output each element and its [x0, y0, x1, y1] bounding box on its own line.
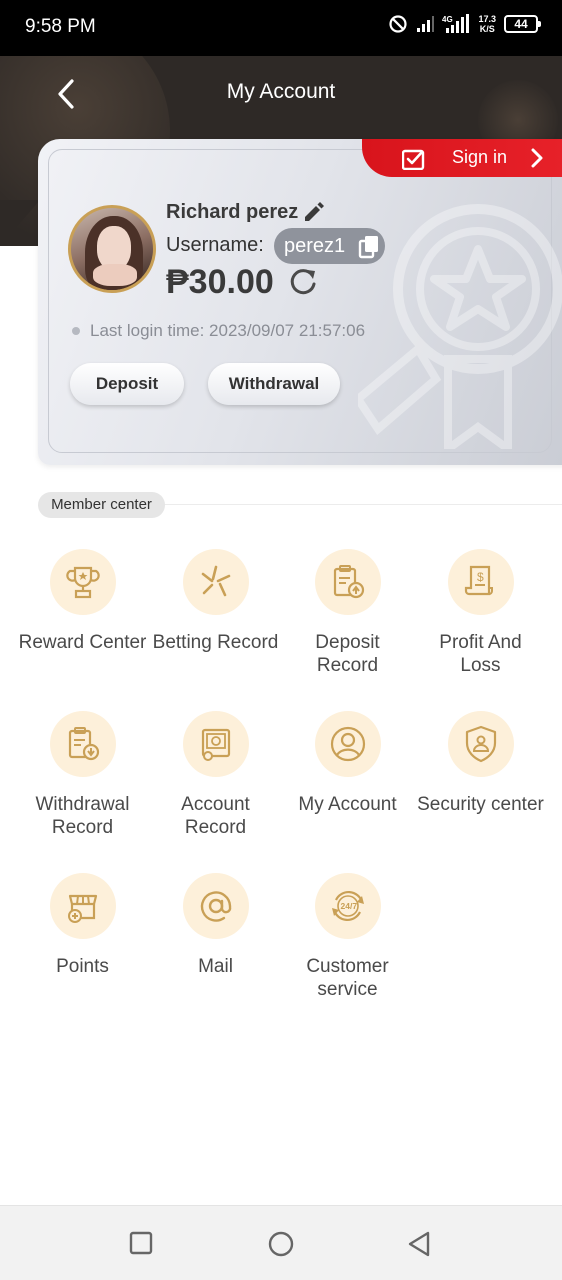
- deposit-button[interactable]: Deposit: [70, 363, 184, 405]
- account-card: Sign in Richard perez Username: perez1 ₱…: [38, 139, 562, 465]
- back-nav-icon[interactable]: [406, 1230, 432, 1258]
- menu-item-betting-record[interactable]: Betting Record: [149, 549, 282, 654]
- battery-level: 44: [514, 17, 528, 31]
- betting-icon: [182, 549, 249, 615]
- menu-item-label-line: Mail: [198, 956, 233, 977]
- medal-watermark-icon: [358, 204, 562, 449]
- shield-icon: [447, 711, 514, 777]
- menu-item-label-line: Security center: [417, 794, 544, 815]
- network-speed: 17.3 K/S: [478, 14, 496, 34]
- menu-item-label-line: Reward Center: [18, 632, 147, 653]
- 4g-signal-icon: 4G: [442, 14, 470, 33]
- sign-in-button[interactable]: Sign in: [362, 139, 562, 177]
- menu-item-label-line: Record: [184, 817, 247, 838]
- menu-item-label-line: Withdrawal: [35, 794, 130, 815]
- system-nav-bar: [0, 1205, 562, 1280]
- menu-item-label: Customer service: [281, 955, 414, 1001]
- support-24-7-icon: 24/7: [314, 873, 381, 939]
- menu-item-label-line: Profit And: [439, 632, 522, 653]
- username-label: Username:: [166, 234, 264, 256]
- copy-icon[interactable]: [358, 235, 380, 259]
- menu-item-label: Betting Record: [149, 631, 282, 654]
- menu-item-label-line: Betting Record: [152, 632, 279, 653]
- menu-item-my-account[interactable]: My Account: [281, 711, 414, 816]
- menu-item-label-line: service: [317, 979, 378, 1000]
- svg-text:4G: 4G: [442, 15, 453, 24]
- menu-item-label-line: Customer: [306, 956, 389, 977]
- menu-item-label-line: Loss: [460, 655, 501, 676]
- status-icons: 4G 17.3 K/S 44: [388, 14, 541, 34]
- last-login-time: Last login time: 2023/09/07 21:57:06: [90, 321, 366, 340]
- dnd-icon: [389, 15, 408, 33]
- menu-item-security-center[interactable]: Security center: [414, 711, 547, 816]
- at-icon: [182, 873, 249, 939]
- network-speed-unit: K/S: [479, 24, 495, 34]
- sign-in-label: Sign in: [452, 147, 508, 167]
- menu-item-label: Points: [16, 955, 149, 978]
- menu-item-reward-center[interactable]: Reward Center: [16, 549, 149, 654]
- svg-text:$: $: [477, 570, 484, 584]
- refresh-icon[interactable]: [288, 267, 318, 297]
- avatar-hand: [93, 264, 137, 286]
- menu-item-label: Deposit Record: [281, 631, 414, 677]
- avatar[interactable]: [68, 205, 156, 293]
- battery-icon: 44: [504, 15, 541, 33]
- page-title: My Account: [226, 80, 336, 103]
- menu-item-label: Account Record: [149, 793, 282, 839]
- user-icon: [314, 711, 381, 777]
- trophy-icon: [49, 549, 116, 615]
- signal-icon: [417, 16, 435, 32]
- screen: 9:58 PM 4G 17.3 K/S 44 My Account Sign i…: [0, 0, 562, 1280]
- menu-item-points[interactable]: Points: [16, 873, 149, 978]
- menu-item-deposit-record[interactable]: Deposit Record: [281, 549, 414, 677]
- menu-item-account-record[interactable]: Account Record: [149, 711, 282, 839]
- header-decoration: [0, 200, 40, 246]
- menu-item-label: My Account: [281, 793, 414, 816]
- network-speed-value: 17.3: [478, 14, 496, 24]
- menu-item-label: Withdrawal Record: [16, 793, 149, 839]
- checkbox-icon: [402, 149, 425, 170]
- menu-item-label-line: Record: [316, 655, 379, 676]
- status-bar: 9:58 PM 4G 17.3 K/S 44: [0, 0, 562, 56]
- section-divider: [160, 504, 562, 505]
- menu-item-label: Mail: [149, 955, 282, 978]
- deposit-record-icon: [314, 549, 381, 615]
- menu-item-label-line: Record: [51, 817, 114, 838]
- menu-item-customer-service[interactable]: 24/7 Customer service: [281, 873, 414, 1001]
- svg-text:24/7: 24/7: [340, 901, 357, 911]
- user-display-name: Richard perez: [166, 201, 299, 223]
- home-icon[interactable]: [267, 1230, 295, 1258]
- menu-item-label-line: Account: [181, 794, 250, 815]
- pencil-icon[interactable]: [302, 201, 324, 223]
- receipt-icon: $: [447, 549, 514, 615]
- withdrawal-button[interactable]: Withdrawal: [208, 363, 340, 405]
- menu-item-label-line: My Account: [298, 794, 397, 815]
- menu-item-label: Reward Center: [16, 631, 149, 654]
- menu-item-mail[interactable]: Mail: [149, 873, 282, 978]
- member-center-tag: Member center: [38, 492, 165, 518]
- recent-apps-icon[interactable]: [128, 1230, 154, 1256]
- status-time: 9:58 PM: [25, 16, 96, 37]
- points-store-icon: [49, 873, 116, 939]
- wallet-balance: ₱30.00: [166, 263, 274, 301]
- menu-item-label: Security center: [414, 793, 547, 816]
- account-record-icon: [182, 711, 249, 777]
- menu-item-profit-and-loss[interactable]: $ Profit And Loss: [414, 549, 547, 677]
- login-dot-icon: [72, 327, 80, 335]
- menu-item-withdrawal-record[interactable]: Withdrawal Record: [16, 711, 149, 839]
- menu-item-label-line: Points: [56, 956, 109, 977]
- menu-item-label-line: Deposit: [315, 632, 380, 653]
- menu-item-label: Profit And Loss: [414, 631, 547, 677]
- chevron-right-icon: [531, 148, 543, 168]
- withdraw-record-icon: [49, 711, 116, 777]
